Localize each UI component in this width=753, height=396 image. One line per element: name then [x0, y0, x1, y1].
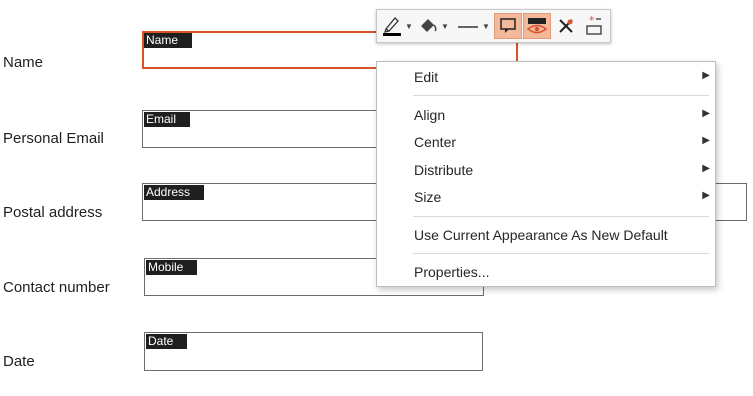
label-contact-number: Contact number [3, 279, 110, 296]
chevron-right-icon: ▶ [702, 163, 710, 174]
field-appearance-button[interactable] [494, 13, 522, 39]
menu-item-label: Edit [414, 69, 439, 85]
pen-color-icon [383, 17, 402, 36]
field-tag-name: Name [144, 33, 193, 48]
fill-color-button[interactable]: ▼ [417, 13, 449, 39]
menu-item-label: Align [414, 107, 446, 123]
menu-item-label: Size [414, 189, 442, 205]
menu-item-size[interactable]: Size ▶ [377, 184, 715, 210]
chevron-right-icon: ▶ [702, 190, 710, 201]
line-style-button[interactable]: ▼ [455, 13, 491, 39]
menu-item-align[interactable]: Align ▶ [377, 102, 715, 128]
field-tag-date: Date [146, 334, 188, 349]
clear-pin-icon [559, 19, 573, 33]
context-menu: Edit ▶ Align ▶ Center ▶ Distribute ▶ Siz… [376, 61, 716, 287]
chevron-down-icon: ▼ [405, 21, 413, 31]
menu-separator [413, 253, 709, 254]
menu-separator [413, 95, 709, 96]
menu-item-edit[interactable]: Edit ▶ [377, 64, 715, 90]
visibility-button[interactable] [523, 13, 551, 39]
field-tag-address: Address [144, 185, 205, 200]
menu-item-properties[interactable]: Properties... [377, 259, 715, 285]
menu-item-use-as-default[interactable]: Use Current Appearance As New Default [377, 222, 715, 248]
svg-text:*: * [589, 15, 595, 27]
field-tag-mobile: Mobile [146, 260, 198, 275]
chevron-down-icon: ▼ [441, 21, 449, 31]
menu-item-label: Distribute [414, 162, 474, 178]
menu-item-label: Properties... [414, 264, 490, 280]
line-style-icon [458, 26, 479, 28]
menu-item-label: Center [414, 134, 457, 150]
pen-color-button[interactable]: ▼ [381, 13, 413, 39]
fill-color-icon [421, 19, 437, 32]
date-field[interactable]: Date [144, 332, 483, 371]
menu-item-center[interactable]: Center ▶ [377, 129, 715, 155]
label-personal-email: Personal Email [3, 130, 104, 147]
clear-pin-button[interactable] [553, 13, 579, 39]
email-field[interactable]: Email [142, 110, 378, 148]
chevron-down-icon: ▼ [482, 21, 490, 31]
menu-item-label: Use Current Appearance As New Default [414, 227, 668, 243]
field-appearance-icon [500, 18, 516, 33]
label-postal-address: Postal address [3, 204, 103, 221]
field-format-toolbar: ▼ ▼ ▼ * [376, 9, 611, 43]
label-name: Name [3, 54, 44, 71]
label-date: Date [3, 353, 35, 370]
menu-separator [413, 216, 709, 217]
chevron-right-icon: ▶ [702, 108, 710, 119]
chevron-right-icon: ▶ [702, 135, 710, 146]
field-tag-email: Email [144, 112, 191, 127]
required-field-icon: * [586, 15, 602, 35]
visibility-icon [526, 18, 548, 34]
required-field-button[interactable]: * [581, 13, 607, 39]
menu-item-distribute[interactable]: Distribute ▶ [377, 157, 715, 183]
chevron-right-icon: ▶ [702, 70, 710, 81]
